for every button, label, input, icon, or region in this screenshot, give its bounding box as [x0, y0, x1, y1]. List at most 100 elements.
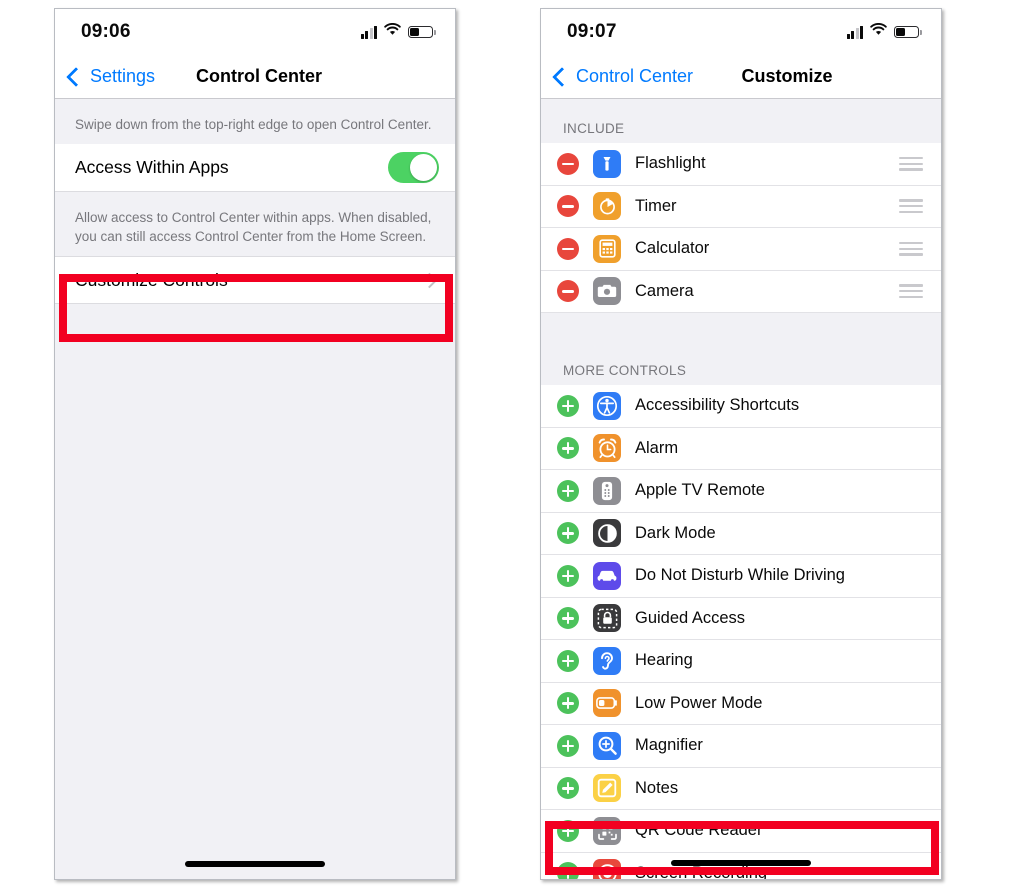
- plus-circle-icon[interactable]: [557, 437, 579, 460]
- list-item-label: Apple TV Remote: [635, 481, 765, 500]
- left-nav-bar: Settings Control Center: [55, 55, 455, 99]
- left-status-bar: 09:06: [55, 9, 455, 55]
- list-item-label: Notes: [635, 778, 679, 797]
- wifi-icon: [870, 22, 887, 41]
- dark-mode-icon: [593, 519, 621, 548]
- left-screen: 09:06 Settings Control Center Swipe down…: [55, 9, 455, 879]
- qr-code-icon: [593, 816, 621, 845]
- screenshot-root: 09:06 Settings Control Center Swipe down…: [0, 0, 1024, 887]
- plus-circle-icon[interactable]: [557, 862, 579, 879]
- access-within-apps-label: Access Within Apps: [75, 157, 229, 177]
- customize-controls-label: Customize Controls: [75, 269, 228, 290]
- list-item-label: Camera: [635, 281, 694, 300]
- tv-remote-icon: [593, 476, 621, 505]
- back-button-settings[interactable]: Settings: [66, 66, 156, 87]
- timer-icon: [593, 192, 621, 221]
- minus-circle-icon[interactable]: [557, 280, 579, 303]
- right-nav-bar: Control Center Customize: [541, 55, 941, 99]
- list-item[interactable]: Hearing: [541, 640, 941, 683]
- calculator-icon: [593, 234, 621, 263]
- chevron-right-icon: [421, 272, 438, 288]
- list-item[interactable]: Timer: [541, 185, 941, 228]
- flashlight-icon: [593, 149, 621, 178]
- plus-circle-icon[interactable]: [557, 607, 579, 630]
- list-item-label: Screen Recording: [635, 863, 768, 879]
- home-indicator: [185, 861, 325, 867]
- customize-list[interactable]: INCLUDE Flashlight Timer Calculator Camera …: [541, 99, 941, 879]
- alarm-clock-icon: [593, 434, 621, 463]
- right-screen: 09:07 Control Center Customize INCLUDE F…: [541, 9, 941, 879]
- list-item-label: Alarm: [635, 438, 679, 457]
- list-item[interactable]: Flashlight: [541, 143, 941, 186]
- list-item[interactable]: Calculator: [541, 228, 941, 271]
- minus-circle-icon[interactable]: [557, 237, 579, 260]
- status-bar-time: 09:07: [567, 21, 617, 42]
- phone-right-customize: 09:07 Control Center Customize INCLUDE F…: [540, 8, 942, 880]
- reorder-grip-icon[interactable]: [899, 156, 923, 171]
- list-item[interactable]: Apple TV Remote: [541, 470, 941, 513]
- car-icon: [593, 561, 621, 590]
- plus-circle-icon[interactable]: [557, 394, 579, 417]
- status-bar-time: 09:06: [81, 21, 131, 42]
- plus-circle-icon[interactable]: [557, 649, 579, 672]
- cellular-signal-icon: [846, 25, 863, 39]
- list-item-label: Dark Mode: [635, 523, 716, 542]
- plus-circle-icon[interactable]: [557, 479, 579, 502]
- toggle-knob: [410, 154, 437, 181]
- row-customize-controls[interactable]: Customize Controls: [55, 256, 455, 304]
- list-item-label: Accessibility Shortcuts: [635, 396, 800, 415]
- include-section: Flashlight Timer Calculator Camera: [541, 143, 941, 313]
- magnifier-icon: [593, 731, 621, 760]
- back-button-label: Control Center: [576, 66, 694, 86]
- reorder-grip-icon[interactable]: [899, 284, 923, 299]
- plus-circle-icon[interactable]: [557, 522, 579, 545]
- ear-icon: [593, 646, 621, 675]
- section-header-more-controls: MORE CONTROLS: [541, 341, 941, 385]
- back-button-label: Settings: [90, 66, 156, 86]
- phone-left-control-center: 09:06 Settings Control Center Swipe down…: [54, 8, 456, 880]
- accessibility-icon: [593, 391, 621, 420]
- minus-circle-icon[interactable]: [557, 152, 579, 175]
- list-item-label: Low Power Mode: [635, 693, 763, 712]
- reorder-grip-icon[interactable]: [899, 241, 923, 256]
- record-circle-icon: [593, 859, 621, 879]
- list-item-label: QR Code Reader: [635, 821, 763, 840]
- list-item[interactable]: Accessibility Shortcuts: [541, 385, 941, 428]
- section-header-include: INCLUDE: [541, 99, 941, 143]
- list-item[interactable]: Dark Mode: [541, 512, 941, 555]
- section-spacer: [541, 313, 941, 341]
- back-button-control-center[interactable]: Control Center: [552, 66, 694, 87]
- lock-icon: [593, 604, 621, 633]
- list-item-label: Flashlight: [635, 154, 706, 173]
- list-item[interactable]: Low Power Mode: [541, 682, 941, 725]
- notes-pencil-icon: [593, 774, 621, 803]
- list-item-label: Do Not Disturb While Driving: [635, 566, 845, 585]
- battery-icon: [894, 25, 922, 39]
- list-item[interactable]: QR Code Reader: [541, 810, 941, 853]
- row-access-within-apps[interactable]: Access Within Apps: [55, 144, 455, 192]
- access-within-apps-toggle[interactable]: [388, 152, 439, 183]
- list-item[interactable]: Guided Access: [541, 597, 941, 640]
- list-item-label: Timer: [635, 196, 677, 215]
- access-within-apps-description: Allow access to Control Center within ap…: [55, 192, 455, 256]
- plus-circle-icon[interactable]: [557, 777, 579, 800]
- plus-circle-icon[interactable]: [557, 819, 579, 842]
- reorder-grip-icon[interactable]: [899, 199, 923, 214]
- cellular-signal-icon: [360, 25, 377, 39]
- status-bar-icons: [360, 22, 436, 41]
- list-item[interactable]: Do Not Disturb While Driving: [541, 555, 941, 598]
- list-item[interactable]: Notes: [541, 767, 941, 810]
- list-item[interactable]: Magnifier: [541, 725, 941, 768]
- minus-circle-icon[interactable]: [557, 195, 579, 218]
- low-battery-icon: [593, 689, 621, 718]
- home-indicator: [671, 860, 811, 866]
- list-item[interactable]: Camera: [541, 270, 941, 313]
- status-bar-icons: [846, 22, 922, 41]
- plus-circle-icon[interactable]: [557, 564, 579, 587]
- list-item-label: Hearing: [635, 651, 693, 670]
- plus-circle-icon[interactable]: [557, 692, 579, 715]
- battery-icon: [408, 25, 436, 39]
- list-item[interactable]: Alarm: [541, 427, 941, 470]
- wifi-icon: [384, 22, 401, 41]
- plus-circle-icon[interactable]: [557, 734, 579, 757]
